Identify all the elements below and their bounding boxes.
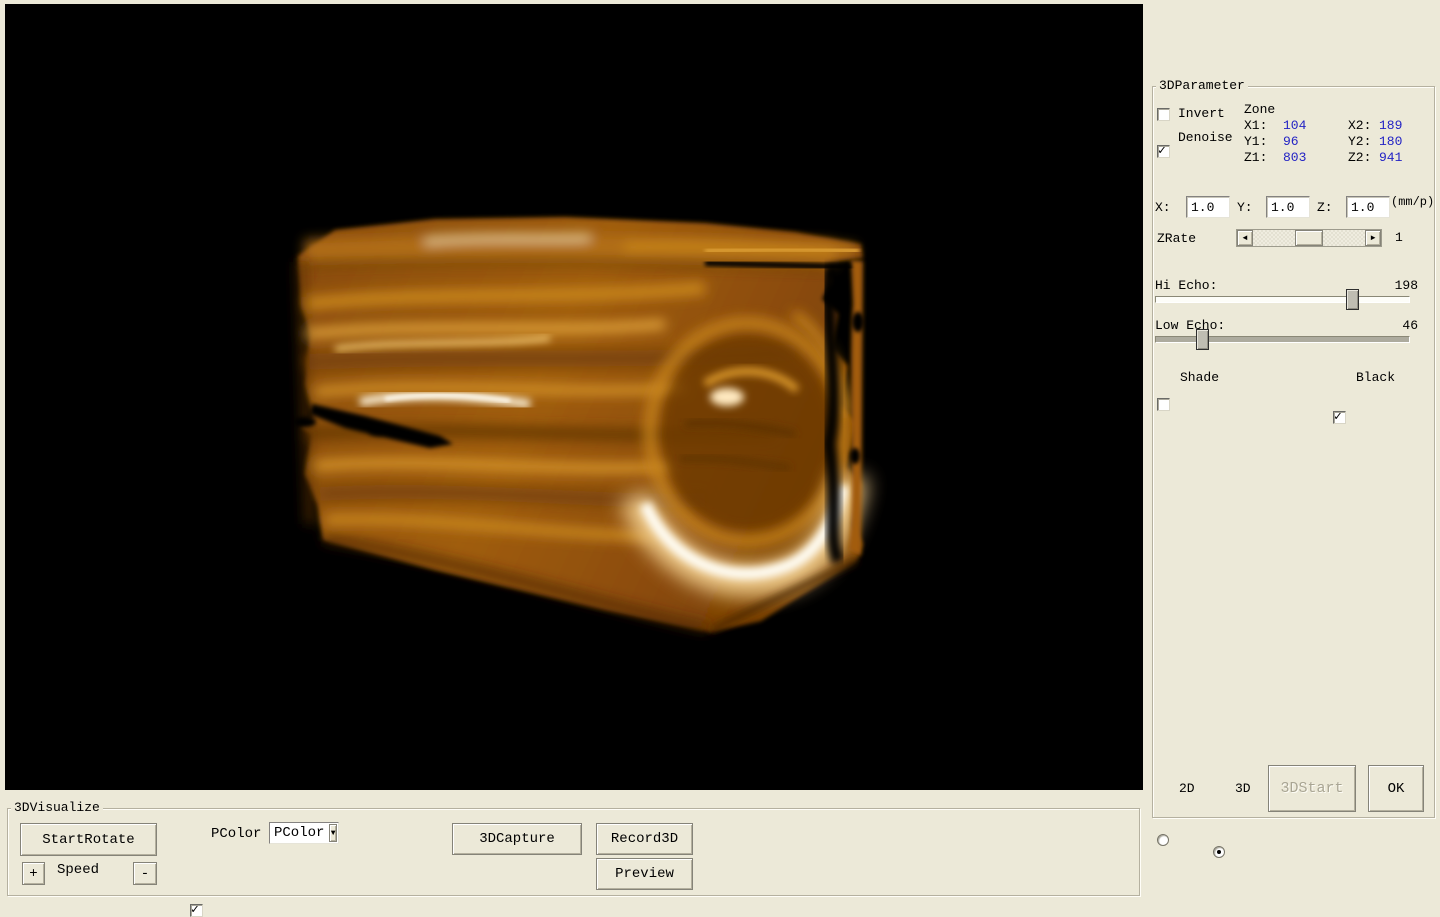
- shade-checkbox[interactable]: [1157, 398, 1170, 411]
- denoise-checkbox[interactable]: [1157, 145, 1170, 158]
- black-checkbox[interactable]: [1333, 411, 1346, 424]
- scale-x-input[interactable]: [1186, 196, 1230, 218]
- zone-x2-value: 189: [1379, 118, 1402, 133]
- zone-x1-label: X1:: [1244, 118, 1267, 133]
- scale-y-input[interactable]: [1266, 196, 1310, 218]
- speed-plus-button[interactable]: +: [22, 862, 45, 885]
- low-echo-thumb[interactable]: [1196, 329, 1209, 350]
- visualize-group-title: 3DVisualize: [11, 801, 103, 815]
- capture-3d-button[interactable]: 3DCapture: [452, 823, 582, 855]
- app-window: { "colors": { "window_bg": "#ece9d8", "v…: [0, 0, 1440, 900]
- pcolor-checkbox[interactable]: [190, 904, 203, 917]
- pcolor-label: PColor: [211, 826, 261, 842]
- zone-z1-label: Z1:: [1244, 150, 1267, 165]
- zrate-right-arrow-icon[interactable]: ►: [1365, 230, 1381, 246]
- black-label: Black: [1356, 370, 1395, 385]
- mode-2d-label: 2D: [1179, 781, 1195, 796]
- ok-button[interactable]: OK: [1368, 765, 1424, 812]
- parameter-group-title: 3DParameter: [1156, 79, 1248, 93]
- chevron-down-icon[interactable]: ▼: [329, 824, 337, 842]
- hi-echo-slider[interactable]: [1155, 296, 1410, 303]
- pcolor-dropdown-value: PColor: [270, 825, 328, 841]
- low-echo-slider[interactable]: [1155, 336, 1410, 343]
- hi-echo-label: Hi Echo:: [1155, 278, 1217, 293]
- low-echo-value: 46: [1370, 318, 1418, 333]
- zrate-left-arrow-icon[interactable]: ◄: [1237, 230, 1253, 246]
- shade-label: Shade: [1180, 370, 1219, 385]
- hi-echo-thumb[interactable]: [1346, 289, 1359, 310]
- zrate-track[interactable]: [1253, 230, 1365, 246]
- zrate-scrollbar[interactable]: ◄ ►: [1236, 229, 1382, 247]
- zone-z2-label: Z2:: [1348, 150, 1371, 165]
- scale-z-input[interactable]: [1346, 196, 1390, 218]
- mode-2d-radio[interactable]: [1157, 834, 1169, 846]
- mode-3d-radio[interactable]: [1213, 846, 1225, 858]
- scale-unit-label: (mm/p): [1391, 195, 1434, 209]
- zone-y2-label: Y2:: [1348, 134, 1371, 149]
- scale-z-label: Z:: [1317, 200, 1333, 215]
- zrate-value: 1: [1395, 230, 1403, 245]
- speed-minus-button[interactable]: -: [133, 862, 157, 885]
- speed-label: Speed: [57, 862, 99, 878]
- zrate-label: ZRate: [1157, 231, 1196, 246]
- zone-y2-value: 180: [1379, 134, 1402, 149]
- pcolor-dropdown[interactable]: PColor ▼: [269, 822, 339, 844]
- preview-button[interactable]: Preview: [596, 858, 693, 890]
- zone-x1-value: 104: [1283, 118, 1306, 133]
- zrate-thumb[interactable]: [1295, 230, 1323, 246]
- denoise-label: Denoise: [1178, 130, 1233, 145]
- mode-3d-label: 3D: [1235, 781, 1251, 796]
- hi-echo-value: 198: [1370, 278, 1418, 293]
- scale-y-label: Y:: [1237, 200, 1253, 215]
- zone-x2-label: X2:: [1348, 118, 1371, 133]
- zone-z2-value: 941: [1379, 150, 1402, 165]
- invert-label: Invert: [1178, 106, 1225, 121]
- record-3d-button[interactable]: Record3D: [596, 823, 693, 855]
- zone-z1-value: 803: [1283, 150, 1306, 165]
- volume-render-3d[interactable]: [5, 4, 1143, 790]
- zone-y1-value: 96: [1283, 134, 1299, 149]
- low-echo-label: Low Echo:: [1155, 318, 1225, 333]
- scale-x-label: X:: [1155, 200, 1171, 215]
- zone-y1-label: Y1:: [1244, 134, 1267, 149]
- zone-title: Zone: [1244, 102, 1275, 117]
- start-rotate-button[interactable]: StartRotate: [20, 823, 157, 856]
- invert-checkbox[interactable]: [1157, 108, 1170, 121]
- start3d-button[interactable]: 3DStart: [1268, 765, 1356, 812]
- render-viewport[interactable]: [5, 4, 1143, 790]
